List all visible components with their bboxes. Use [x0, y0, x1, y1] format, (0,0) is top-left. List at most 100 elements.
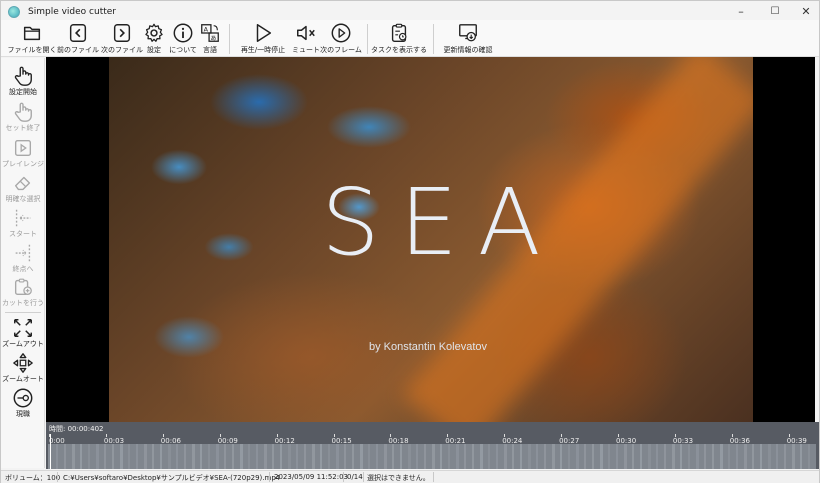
mute-icon: [297, 25, 315, 41]
timeline-track-segment: [312, 444, 315, 469]
current-time-label: 時間: 00:00:402: [49, 425, 104, 433]
timeline-track-segment: [760, 444, 762, 469]
zoom-auto-button[interactable]: ズームオート: [1, 352, 45, 384]
timeline-track-segment: [800, 444, 802, 469]
status-divider: [433, 472, 434, 482]
timeline-track-segment: [712, 444, 714, 469]
minimize-button[interactable]: –: [726, 1, 756, 21]
eraser-icon: [14, 176, 31, 191]
selection-message-status: 選択はできません。: [367, 474, 430, 482]
mute-label: ミュート: [292, 46, 320, 54]
close-button[interactable]: ✕: [791, 1, 820, 21]
previous-file-label: 前のファイル: [57, 46, 99, 54]
language-button[interactable]: Aあ 言語: [199, 22, 221, 56]
timeline-track-segment: [704, 444, 706, 469]
timeline-track-segment: [728, 444, 730, 469]
go-end-button[interactable]: 終点へ: [1, 242, 45, 274]
settings-button[interactable]: 設定: [143, 22, 165, 56]
zoom-auto-label: ズームオート: [2, 375, 44, 383]
timeline-track-segment: [496, 444, 498, 469]
timeline-track-segment: [120, 444, 123, 469]
timeline[interactable]: 時間: 00:00:402 0:00 00:03 00:06 00:09 00:12 00…: [46, 422, 819, 469]
folder-open-icon: [23, 26, 41, 41]
previous-file-icon: [69, 24, 87, 42]
check-updates-button[interactable]: 更新情報の確認: [438, 22, 498, 56]
next-file-icon: [113, 24, 131, 42]
timeline-track-segment: [472, 444, 474, 469]
go-end-label: 終点へ: [12, 265, 34, 273]
mute-button[interactable]: ミュート: [292, 22, 320, 56]
timeline-track-segment: [552, 444, 555, 469]
task-list-icon: [391, 23, 407, 42]
timeline-track-segment: [368, 444, 370, 469]
timeline-track-segment: [592, 444, 594, 469]
status-divider: [57, 472, 58, 482]
timeline-track-segment: [392, 444, 394, 469]
add-cut-icon: [14, 278, 32, 296]
current-position-icon: [13, 388, 33, 408]
timeline-track-segment: [152, 444, 154, 469]
file-path-status: C:¥Users¥softaro¥Desktop¥サンプルビデオ¥SEA-(72…: [63, 474, 281, 482]
timeline-track-segment: [632, 444, 634, 469]
zoom-out-button[interactable]: ズームアウト: [1, 317, 45, 349]
timeline-track-segment: [648, 444, 651, 469]
timeline-track-segment: [216, 444, 219, 469]
add-cut-button[interactable]: カットを行う: [1, 276, 45, 308]
maximize-button[interactable]: ☐: [760, 1, 790, 21]
timeline-track-segment: [736, 444, 738, 469]
timeline-track-segment: [160, 444, 162, 469]
about-button[interactable]: について: [169, 22, 197, 56]
go-end-icon: [15, 244, 31, 262]
open-file-button[interactable]: ファイルを開く: [8, 22, 57, 56]
previous-file-button[interactable]: 前のファイル: [57, 22, 99, 56]
timeline-track-segment: [72, 444, 75, 469]
video-credit-text: by Konstantin Kolevatov: [369, 341, 488, 353]
timeline-track-segment: [584, 444, 586, 469]
timeline-track-segment: [624, 444, 627, 469]
side-toolbar: 設定開始 セット終了 プレイレンジ 明確な選択 スタート 終点へ カットを行う: [1, 58, 45, 468]
next-frame-button[interactable]: 次のフレーム: [320, 22, 362, 56]
timeline-track[interactable]: [48, 444, 816, 469]
language-label: 言語: [203, 46, 217, 54]
play-range-button[interactable]: プレイレンジ: [1, 137, 45, 169]
timeline-track-segment: [776, 444, 778, 469]
next-file-button[interactable]: 次のファイル: [101, 22, 143, 56]
timeline-track-segment: [168, 444, 171, 469]
timeline-playhead[interactable]: [50, 434, 51, 469]
timeline-track-segment: [224, 444, 226, 469]
cut-count-status: 0/14: [347, 473, 363, 481]
add-cut-label: カットを行う: [2, 299, 44, 307]
timeline-track-segment: [720, 444, 723, 469]
timeline-track-segment: [424, 444, 426, 469]
show-tasks-label: タスクを表示する: [371, 46, 427, 54]
timeline-track-segment: [280, 444, 282, 469]
set-start-button[interactable]: 設定開始: [1, 65, 45, 97]
set-end-button[interactable]: セット終了: [1, 101, 45, 133]
timeline-track-segment: [360, 444, 363, 469]
show-tasks-button[interactable]: タスクを表示する: [371, 22, 427, 56]
timeline-track-segment: [448, 444, 450, 469]
timeline-track-segment: [656, 444, 658, 469]
play-range-label: プレイレンジ: [2, 160, 44, 168]
timeline-track-segment: [328, 444, 330, 469]
video-frame: SEA by Konstantin Kolevatov: [109, 57, 753, 422]
timeline-track-segment: [576, 444, 579, 469]
video-viewport[interactable]: SEA by Konstantin Kolevatov: [46, 57, 815, 422]
timeline-track-segment: [480, 444, 483, 469]
svg-text:あ: あ: [210, 35, 216, 42]
timeline-track-segment: [80, 444, 82, 469]
timeline-track-segment: [792, 444, 795, 469]
go-start-label: スタート: [9, 230, 37, 238]
play-pause-button[interactable]: 再生/一時停止: [234, 22, 292, 56]
language-icon: Aあ: [201, 24, 219, 42]
timeline-track-segment: [768, 444, 771, 469]
update-check-icon: [459, 24, 477, 42]
current-position-button[interactable]: 現職: [1, 387, 45, 419]
timeline-track-segment: [176, 444, 178, 469]
go-start-button[interactable]: スタート: [1, 207, 45, 239]
timeline-track-segment: [104, 444, 106, 469]
timeline-track-segment: [608, 444, 610, 469]
about-label: について: [169, 46, 197, 54]
status-divider: [363, 472, 364, 482]
clear-selection-button[interactable]: 明確な選択: [1, 172, 45, 204]
